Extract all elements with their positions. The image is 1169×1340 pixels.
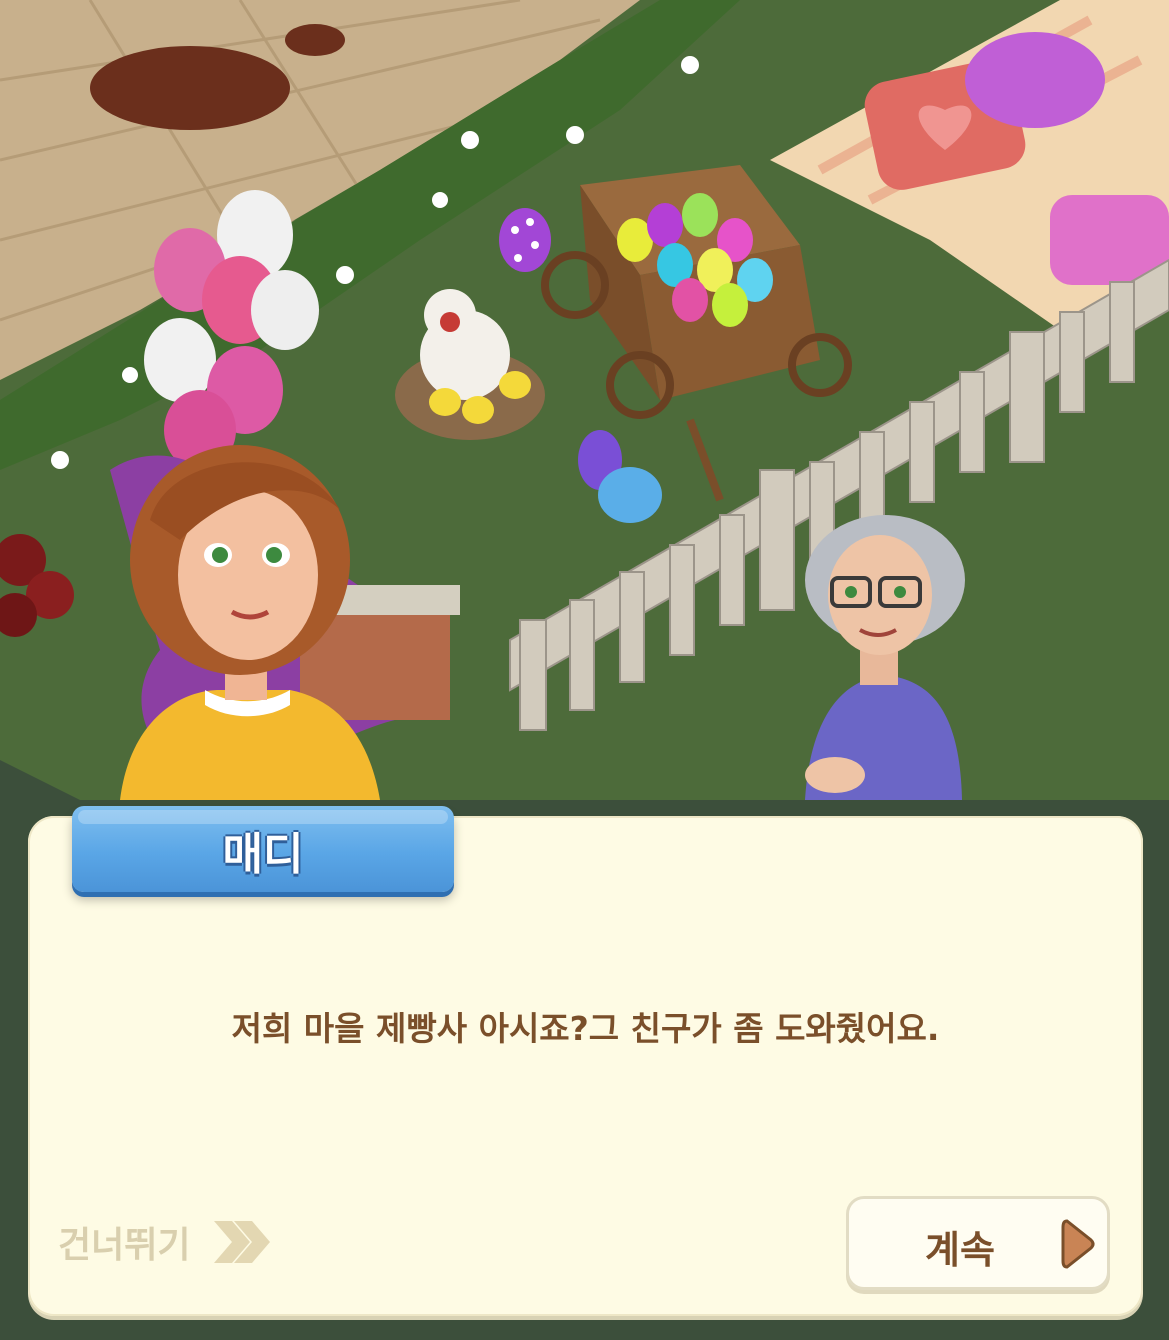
skip-button[interactable]: 건너뛰기 [58, 1212, 328, 1272]
dialog-text: 저희 마을 제빵사 아시죠?그 친구가 좀 도와줬어요. [231, 1009, 940, 1048]
speaker-name: 매디 [222, 829, 304, 880]
purple-cushion [965, 32, 1105, 128]
skip-label: 건너뛰기 [58, 1225, 191, 1266]
speaker-name-tab: 매디 [72, 806, 454, 892]
continue-button[interactable]: 계속 [846, 1196, 1110, 1290]
polka-dot-egg [499, 208, 551, 272]
play-triangle-icon [1061, 1219, 1095, 1269]
double-chevron-right-icon [214, 1221, 271, 1263]
continue-label: 계속 [925, 1228, 995, 1272]
blue-egg [598, 467, 662, 523]
mud-puddle [90, 46, 290, 130]
